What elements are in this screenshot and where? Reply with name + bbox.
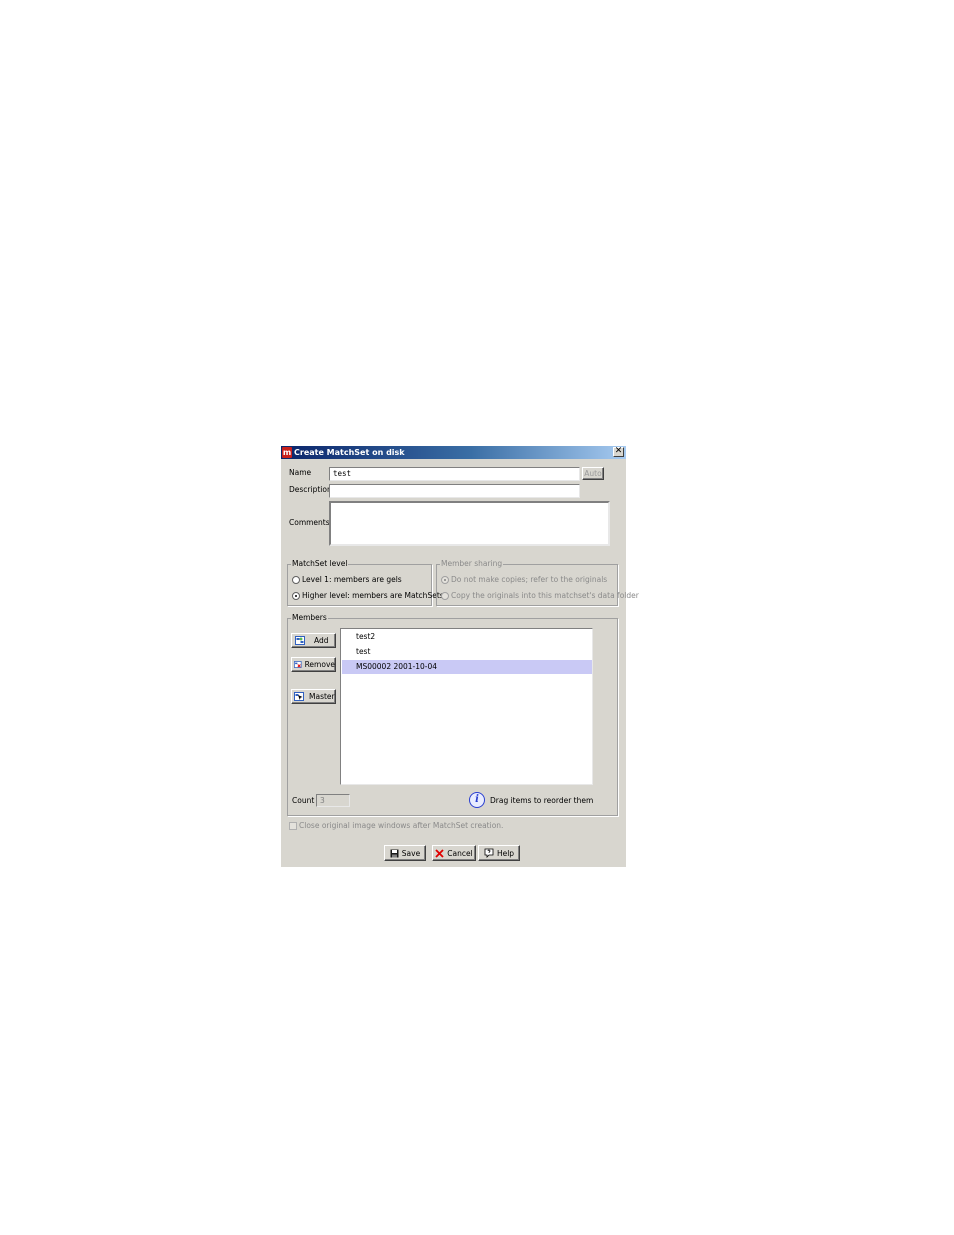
member-sharing-title: Member sharing (440, 559, 504, 568)
help-label: Help (496, 848, 515, 858)
master-label: Master (309, 692, 335, 701)
matchset-level-title: MatchSet level (291, 559, 349, 568)
level1-radio[interactable] (292, 575, 300, 584)
count-field: 3 (316, 794, 350, 807)
name-input[interactable]: test (329, 467, 580, 481)
members-group: Members Add Remove Master test2 test MS0… (287, 613, 618, 816)
master-button[interactable]: Master (291, 689, 336, 704)
close-button[interactable]: ✕ (613, 447, 624, 457)
close-windows-label: Close original image windows after Match… (299, 821, 504, 830)
count-label: Count (292, 796, 315, 805)
help-bubble-icon (484, 848, 494, 858)
no-copies-radio-row[interactable]: Do not make copies; refer to the origina… (441, 575, 607, 584)
list-item[interactable]: test2 (342, 630, 592, 644)
save-disk-icon (390, 849, 399, 857)
members-title: Members (291, 613, 328, 622)
auto-button[interactable]: Auto (582, 467, 604, 480)
members-list[interactable]: test2 test MS00002 2001-10-04 (340, 628, 593, 785)
info-icon: i (469, 792, 485, 808)
description-label: Description (289, 485, 332, 494)
save-button[interactable]: Save (384, 845, 426, 861)
remove-label: Remove (304, 660, 335, 669)
copy-originals-label: Copy the originals into this matchset's … (451, 591, 639, 600)
higher-level-radio-row[interactable]: Higher level: members are MatchSets (292, 591, 444, 600)
level1-label: Level 1: members are gels (302, 575, 402, 584)
cancel-label: Cancel (447, 848, 473, 858)
cancel-x-icon (435, 848, 444, 858)
cancel-button[interactable]: Cancel (432, 845, 476, 861)
comments-label: Comments (289, 518, 330, 527)
description-input[interactable] (329, 484, 580, 498)
close-windows-checkbox[interactable] (289, 822, 297, 830)
add-member-icon (295, 636, 305, 645)
member-sharing-group: Member sharing Do not make copies; refer… (436, 559, 639, 606)
add-button[interactable]: Add (291, 633, 336, 648)
list-item[interactable]: MS00002 2001-10-04 (342, 660, 592, 674)
close-icon: ✕ (614, 446, 623, 456)
higher-level-radio[interactable] (292, 591, 300, 600)
app-logo-icon: m (282, 447, 292, 458)
name-label: Name (289, 468, 312, 477)
add-label: Add (314, 636, 329, 645)
master-icon (294, 692, 304, 701)
list-item[interactable]: test (342, 645, 592, 659)
title-bar[interactable]: m Create MatchSet on disk ✕ (281, 446, 626, 459)
create-matchset-dialog: m Create MatchSet on disk ✕ Name test Au… (281, 446, 639, 867)
higher-level-label: Higher level: members are MatchSets (302, 591, 444, 600)
drag-hint-text: Drag items to reorder them (490, 796, 594, 805)
level1-radio-row[interactable]: Level 1: members are gels (292, 575, 402, 584)
no-copies-radio[interactable] (441, 575, 449, 584)
window-title: Create MatchSet on disk (294, 448, 405, 457)
no-copies-label: Do not make copies; refer to the origina… (451, 575, 608, 584)
save-label: Save (401, 848, 421, 858)
matchset-level-group: MatchSet level Level 1: members are gels… (287, 559, 444, 606)
remove-member-icon (294, 661, 302, 668)
comments-textarea[interactable] (329, 501, 610, 546)
remove-button[interactable]: Remove (291, 657, 336, 672)
help-button[interactable]: Help (478, 845, 520, 861)
copy-originals-radio[interactable] (441, 591, 449, 600)
copy-originals-radio-row[interactable]: Copy the originals into this matchset's … (441, 591, 639, 600)
